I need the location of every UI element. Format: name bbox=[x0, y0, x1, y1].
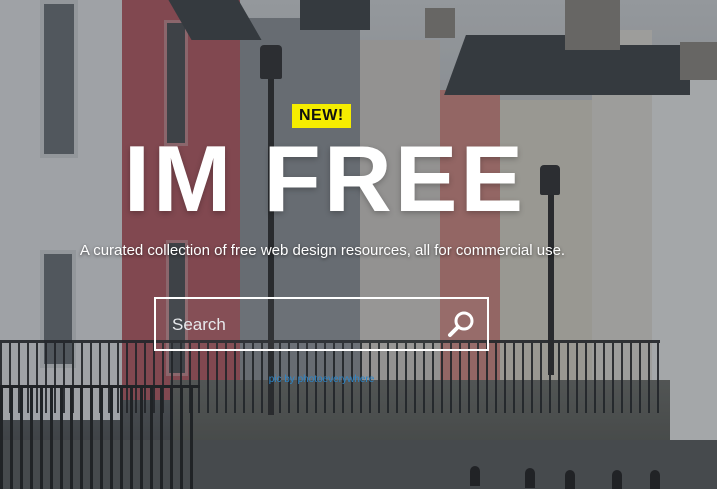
photo-credit-link[interactable]: pic by photoeverywhere bbox=[0, 374, 643, 385]
hero-section: NEW! IM FREE A curated collection of fre… bbox=[0, 0, 717, 489]
tagline: A curated collection of free web design … bbox=[79, 242, 566, 259]
site-title[interactable]: IM FREE bbox=[0, 124, 650, 234]
search-icon bbox=[448, 311, 474, 337]
search-input[interactable] bbox=[170, 299, 434, 351]
search-button[interactable] bbox=[447, 309, 477, 339]
search-form bbox=[154, 297, 489, 351]
